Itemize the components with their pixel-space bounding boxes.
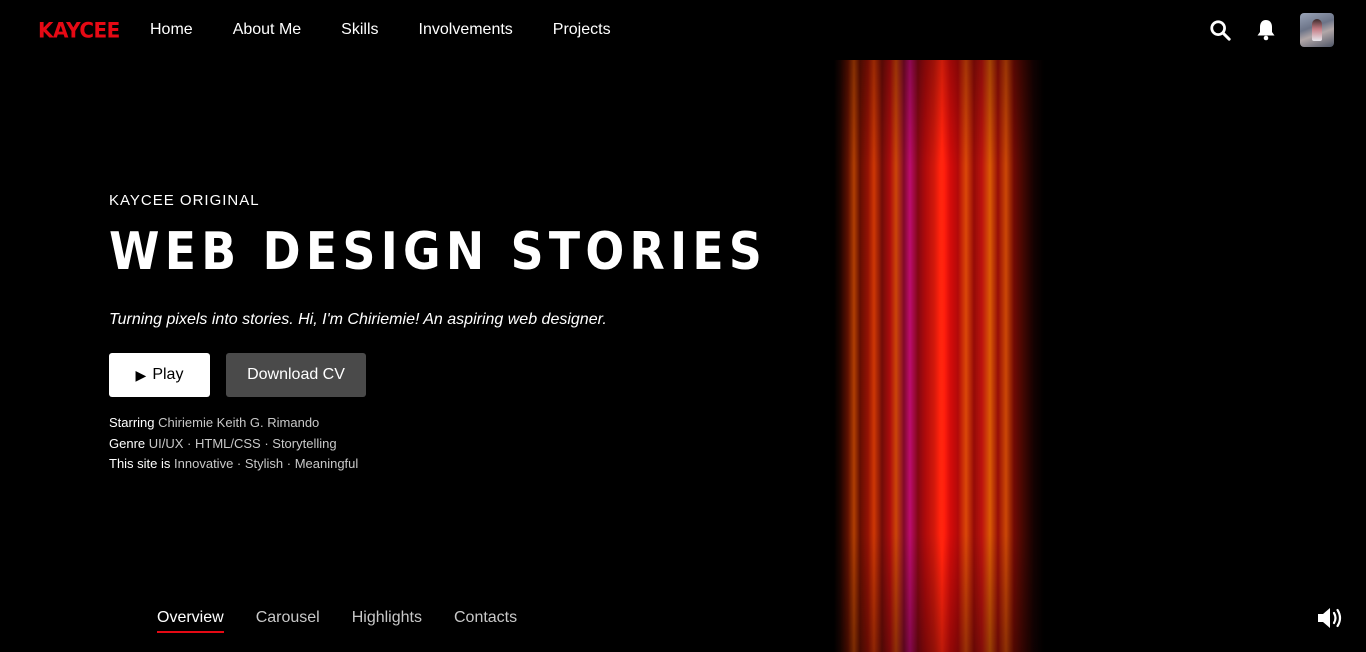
logo[interactable]: KAYCEE	[38, 17, 120, 42]
meta-key: Genre	[109, 435, 146, 451]
meta-row-genre: Genre UI/UX · HTML/CSS · Storytelling	[109, 434, 857, 455]
play-button[interactable]: ▶ Play	[109, 353, 210, 397]
volume-icon[interactable]	[1316, 606, 1346, 630]
meta-row-this-site-is: This site is Innovative · Stylish · Mean…	[109, 454, 857, 475]
nav-link-about-me[interactable]: About Me	[233, 20, 301, 40]
tab-highlights[interactable]: Highlights	[352, 609, 422, 631]
hero-tagline: Turning pixels into stories. Hi, I'm Chi…	[109, 311, 607, 328]
meta-value: Chiriemie Keith G. Rimando	[158, 415, 320, 430]
top-nav: KAYCEE Home About Me Skills Involvements…	[0, 0, 1366, 60]
avatar[interactable]	[1300, 13, 1334, 47]
hero-title: WEB DESIGN STORIES	[109, 222, 768, 282]
hero: KAYCEE ORIGINAL WEB DESIGN STORIES Turni…	[109, 192, 857, 475]
meta-key: This site is	[109, 456, 171, 471]
meta-value: UI/UX · HTML/CSS · Storytelling	[148, 435, 337, 451]
nav-link-skills[interactable]: Skills	[341, 20, 378, 40]
tab-carousel[interactable]: Carousel	[256, 609, 320, 631]
hero-meta: Starring Chiriemie Keith G. Rimando Genr…	[109, 413, 857, 475]
play-button-label: Play	[152, 366, 184, 383]
meta-row-starring: Starring Chiriemie Keith G. Rimando	[109, 413, 857, 434]
nav-actions	[1208, 13, 1334, 47]
hero-eyebrow: KAYCEE ORIGINAL	[109, 192, 260, 209]
bell-icon[interactable]	[1254, 18, 1278, 42]
search-icon[interactable]	[1208, 18, 1232, 42]
hero-actions: ▶ Play Download CV	[109, 353, 857, 397]
meta-key: Starring	[109, 415, 155, 430]
section-tabs: Overview Carousel Highlights Contacts	[157, 609, 549, 633]
download-cv-button[interactable]: Download CV	[226, 353, 366, 397]
meta-value: Innovative · Stylish · Meaningful	[174, 456, 359, 471]
play-icon: ▶	[135, 366, 147, 383]
nav-link-involvements[interactable]: Involvements	[419, 20, 513, 40]
page: KAYCEE Home About Me Skills Involvements…	[0, 0, 1366, 652]
nav-links: Home About Me Skills Involvements Projec…	[150, 20, 651, 40]
tab-contacts[interactable]: Contacts	[454, 609, 517, 631]
tab-overview[interactable]: Overview	[157, 609, 224, 633]
light-streaks-background	[834, 60, 1044, 652]
nav-link-home[interactable]: Home	[150, 20, 193, 40]
nav-link-projects[interactable]: Projects	[553, 20, 611, 40]
